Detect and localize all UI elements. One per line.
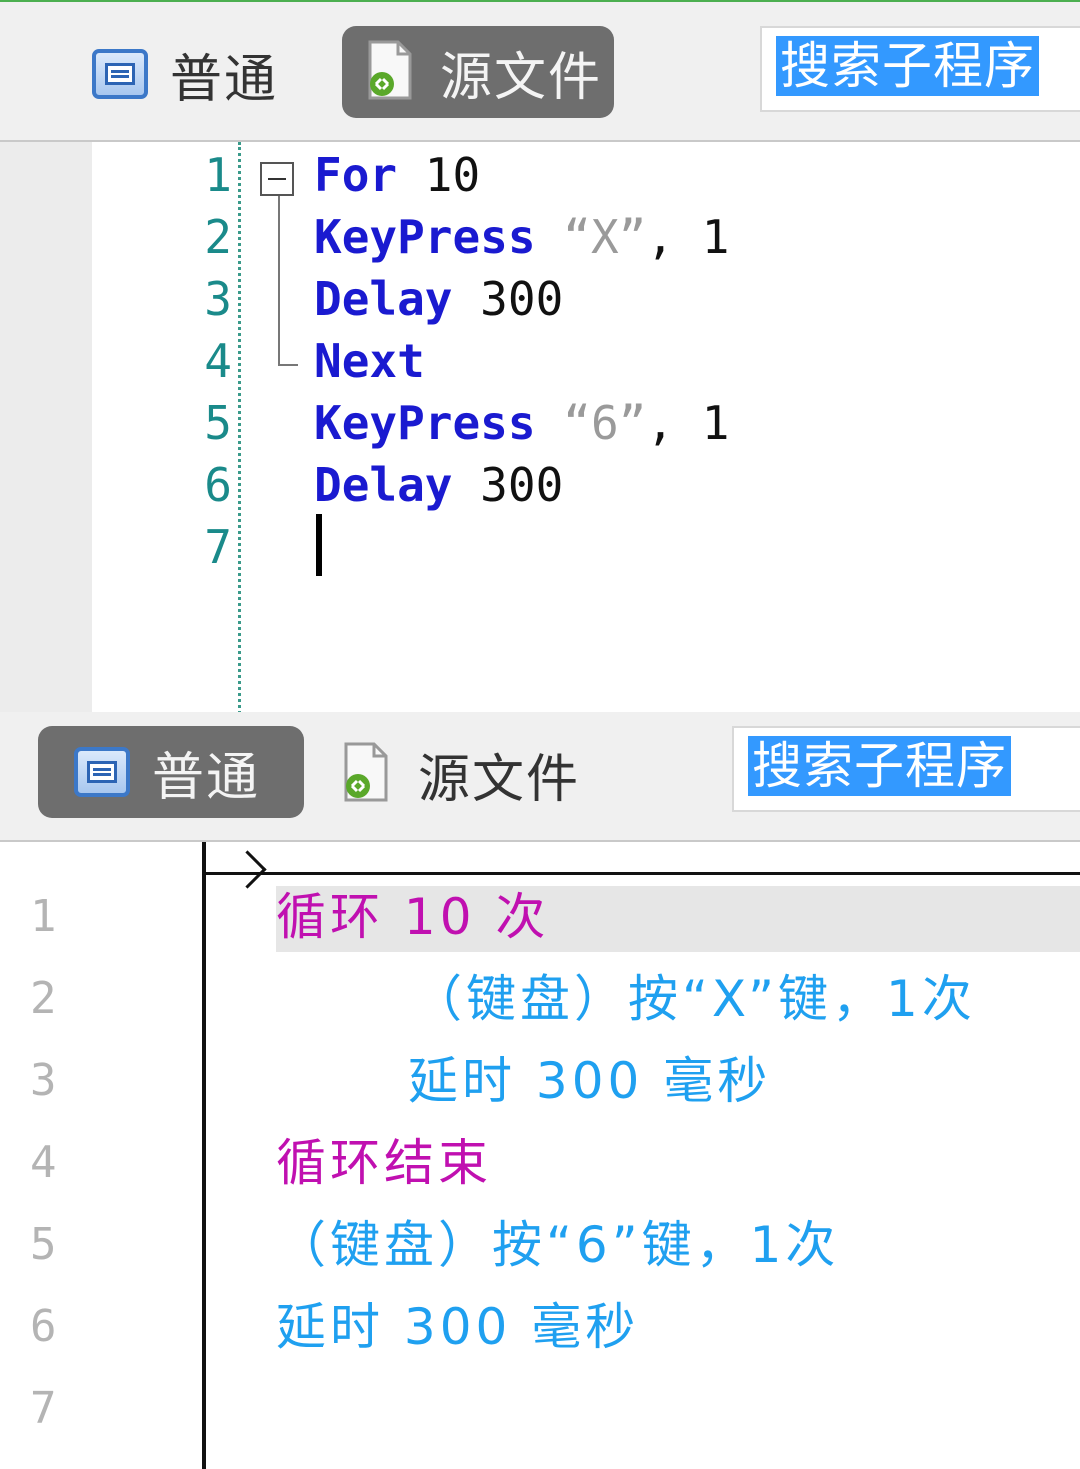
- bottom-search-text: 搜索子程序: [748, 736, 1011, 796]
- bottom-code-line[interactable]: 延时 300 毫秒: [276, 1286, 639, 1368]
- bottom-line-number: 7: [30, 1383, 57, 1434]
- current-line-arrow-icon: [228, 850, 267, 889]
- top-line-number: 1: [204, 148, 232, 202]
- top-code-line[interactable]: Delay 300: [314, 454, 563, 516]
- bottom-line-number: 4: [30, 1137, 57, 1188]
- top-search-text: 搜索子程序: [776, 36, 1039, 96]
- top-code-line[interactable]: KeyPress “6”, 1: [314, 392, 729, 454]
- fold-guide-line: [278, 196, 280, 364]
- bottom-tab-source[interactable]: 源文件: [320, 728, 600, 820]
- bottom-code-line[interactable]: （键盘）按“6”键，1次: [276, 1204, 839, 1286]
- keyword: For: [314, 148, 398, 202]
- bottom-line-number: 1: [30, 891, 57, 942]
- argument: 300: [452, 458, 564, 512]
- bottom-code-line[interactable]: （键盘）按“X”键，1次: [412, 958, 976, 1040]
- top-gutter-divider: [238, 142, 241, 714]
- source-file-icon: [344, 742, 388, 802]
- bottom-code-editor[interactable]: 1 2 3 4 5 6 7 循环 10 次 （键盘）按“X”键，1次 延时 30…: [0, 840, 1080, 1469]
- bottom-tab-normal[interactable]: 普通: [38, 726, 304, 818]
- top-tab-normal-label: 普通: [170, 49, 279, 110]
- top-line-number: 4: [204, 334, 232, 388]
- bottom-toolbar: 普通 源文件 搜索子程序: [0, 712, 1080, 840]
- top-tab-normal[interactable]: 普通: [78, 28, 298, 120]
- normal-view-icon: [92, 49, 148, 99]
- keyword: Next: [314, 334, 425, 388]
- bottom-line-number: 3: [30, 1055, 57, 1106]
- top-tab-source-label: 源文件: [440, 47, 603, 108]
- top-toolbar: 普通 源文件 搜索子程序: [0, 0, 1080, 142]
- keyword: KeyPress: [314, 396, 536, 450]
- block-top-line: [206, 872, 1080, 875]
- bottom-line-number: 5: [30, 1219, 57, 1270]
- keyword: Delay: [314, 272, 453, 326]
- fold-guide-end: [278, 364, 298, 366]
- source-file-icon: [368, 40, 412, 100]
- top-code-line[interactable]: KeyPress “X”, 1: [314, 206, 729, 268]
- top-line-number: 5: [204, 396, 232, 450]
- bottom-code-line[interactable]: 循环结束: [276, 1122, 492, 1204]
- top-code-line[interactable]: Delay 300: [314, 268, 563, 330]
- normal-view-icon: [74, 747, 130, 797]
- text-cursor: [316, 514, 322, 576]
- top-search-box[interactable]: 搜索子程序: [760, 26, 1080, 112]
- top-code-line[interactable]: For 10: [314, 144, 480, 206]
- string-literal: “X”: [535, 210, 647, 264]
- top-tab-source[interactable]: 源文件: [342, 26, 614, 118]
- keyword: KeyPress: [314, 210, 536, 264]
- bottom-code-line[interactable]: 循环 10 次: [276, 876, 549, 958]
- argument: , 1: [646, 210, 730, 264]
- bottom-line-number: 2: [30, 973, 57, 1024]
- argument: , 1: [646, 396, 730, 450]
- bottom-code-line[interactable]: 延时 300 毫秒: [408, 1040, 771, 1122]
- fold-collapse-icon[interactable]: [260, 162, 294, 196]
- bottom-line-number: 6: [30, 1301, 57, 1352]
- top-line-number: 7: [204, 520, 232, 574]
- top-code-editor[interactable]: 1 2 3 4 5 6 7 For 10 KeyPress “X”, 1 Del…: [0, 140, 1080, 714]
- bottom-gutter-divider: [202, 842, 206, 1469]
- top-margin: [0, 142, 92, 714]
- top-code-line[interactable]: Next: [314, 330, 425, 392]
- argument: 10: [397, 148, 481, 202]
- bottom-tab-source-label: 源文件: [418, 749, 581, 810]
- top-line-number: 6: [204, 458, 232, 512]
- string-literal: “6”: [535, 396, 647, 450]
- argument: 300: [452, 272, 564, 326]
- top-line-number: 2: [204, 210, 232, 264]
- bottom-search-box[interactable]: 搜索子程序: [732, 726, 1080, 812]
- bottom-tab-normal-label: 普通: [152, 747, 261, 808]
- keyword: Delay: [314, 458, 453, 512]
- top-line-number: 3: [204, 272, 232, 326]
